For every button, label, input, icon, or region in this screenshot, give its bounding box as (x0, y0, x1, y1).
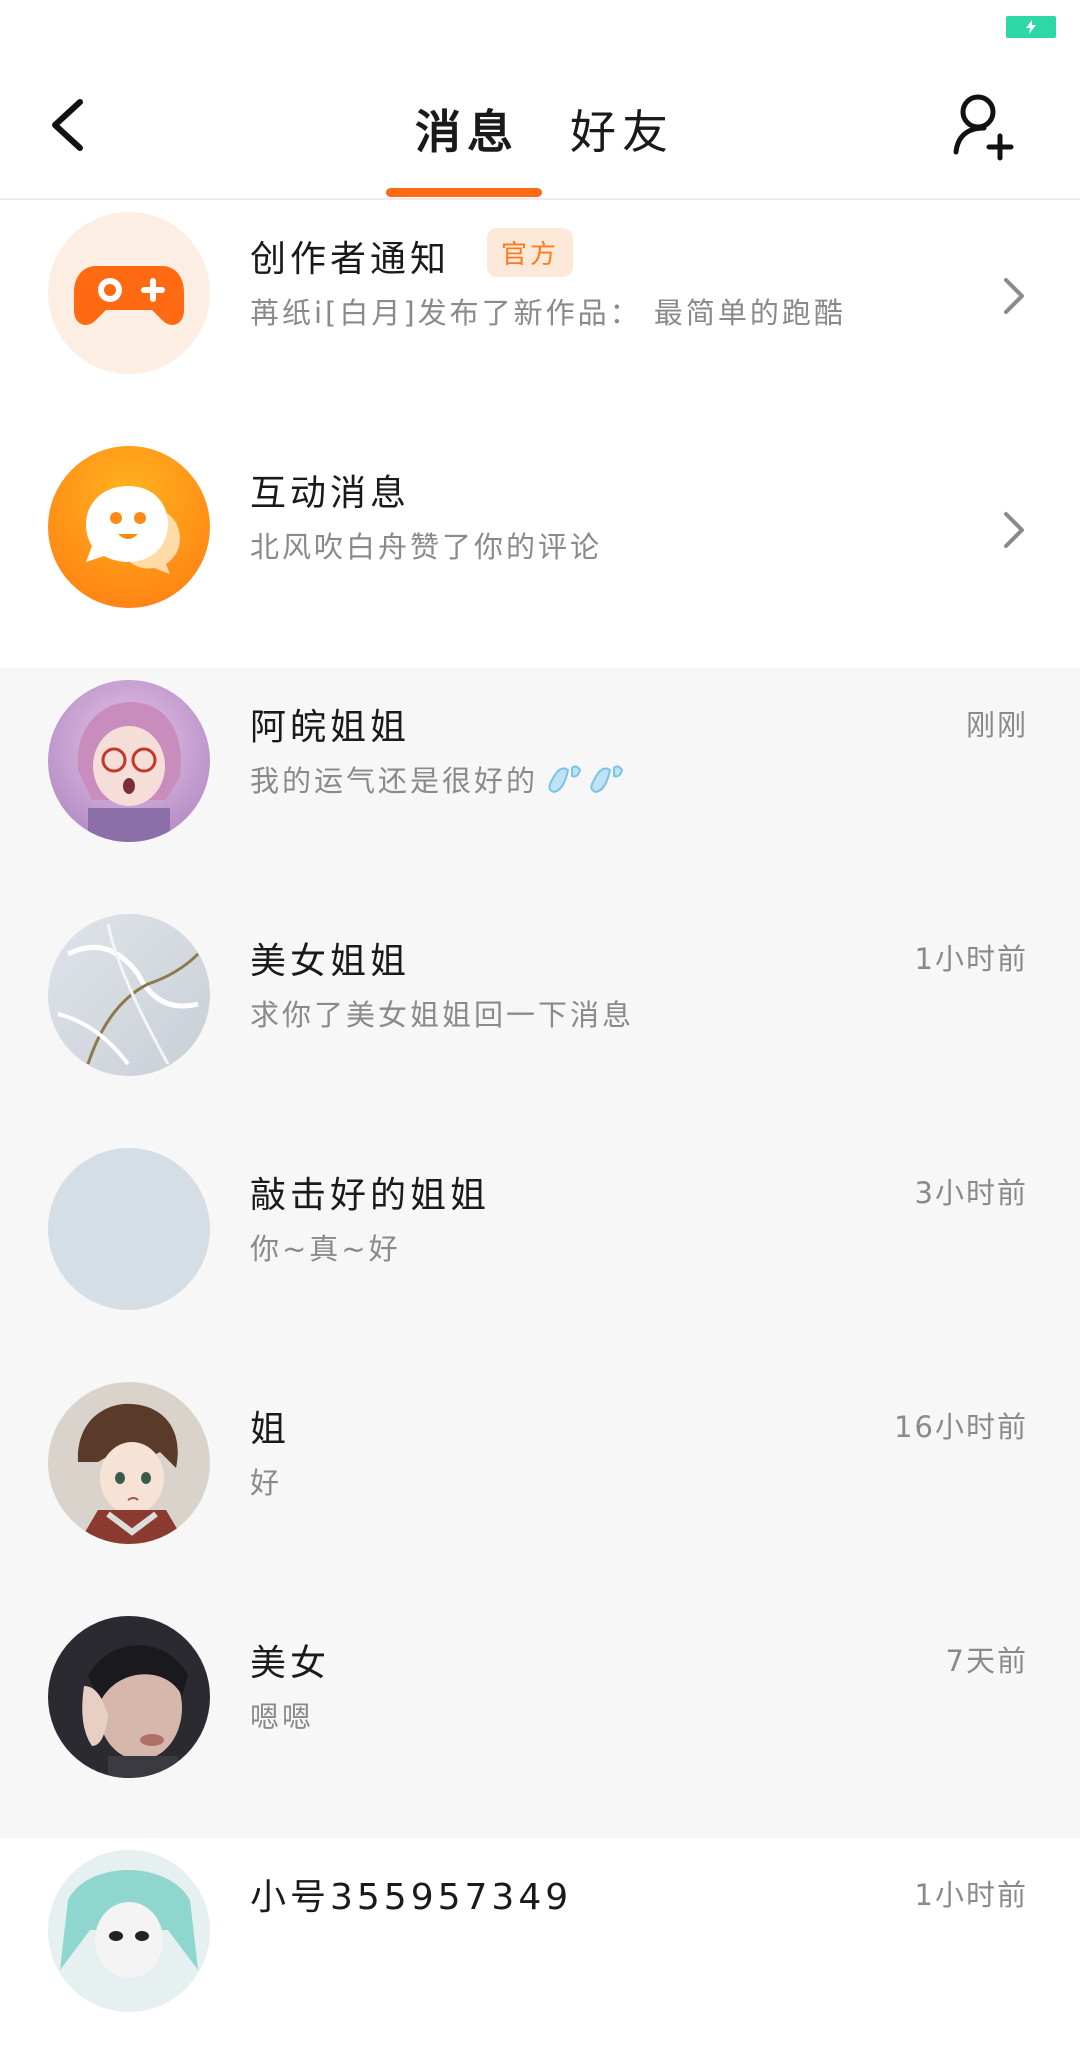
avatar (48, 446, 210, 608)
avatar (48, 212, 210, 374)
tab-messages[interactable]: 消息 (415, 96, 519, 162)
conversation-item[interactable]: 姐 好 16小时前 (0, 1370, 1080, 1604)
conversation-item[interactable]: 美女姐姐 求你了美女姐姐回一下消息 1小时前 (0, 902, 1080, 1136)
avatar (48, 1148, 210, 1310)
avatar (48, 680, 210, 842)
list-item-interaction[interactable]: 互动消息 北风吹白舟赞了你的评论 (0, 434, 1080, 668)
anime-boy-avatar-icon (77, 1403, 186, 1544)
contact-name: 姐 (250, 1409, 291, 1450)
message-list: 创作者通知 官方 苒纸i[白月]发布了新作品： 最简单的跑酷 互动消息 北风吹白… (0, 200, 1080, 2072)
photo-avatar-icon (82, 1645, 188, 1778)
message-time: 刚刚 (965, 708, 1028, 742)
sweat-droplets-icon (542, 760, 632, 807)
tab-friends[interactable]: 好友 (570, 96, 674, 162)
row-title: 互动消息 (250, 473, 411, 514)
anime-avatar-icon (60, 1870, 198, 1978)
add-user-icon (953, 94, 1014, 161)
status-bar (0, 0, 1080, 60)
active-tab-indicator (386, 188, 542, 197)
top-nav: 消息 好友 (0, 60, 1080, 200)
gamepad-icon (74, 266, 184, 325)
back-button[interactable] (40, 92, 100, 158)
last-message: 求你了美女姐姐回一下消息 (250, 998, 635, 1032)
battery-charging-icon (1006, 16, 1056, 38)
contact-name: 美女姐姐 (250, 941, 411, 982)
conversation-item[interactable]: 美女 嗯嗯 7天前 (0, 1604, 1080, 1838)
conversation-item[interactable]: 小号355957349 1小时前 (0, 1838, 1080, 2072)
message-time: 16小时前 (894, 1410, 1028, 1444)
last-message: 嗯嗯 (250, 1700, 315, 1734)
last-message: 好 (250, 1466, 283, 1500)
contact-name: 小号355957349 (250, 1877, 573, 1918)
last-message: 你~真~好 (250, 1232, 401, 1266)
chevron-right-icon (1004, 512, 1024, 548)
message-time: 3小时前 (914, 1176, 1028, 1210)
contact-name: 阿皖姐姐 (250, 707, 411, 748)
avatar (48, 1382, 210, 1544)
row-title: 创作者通知 (250, 239, 451, 280)
avatar (48, 914, 210, 1076)
message-time: 7天前 (945, 1644, 1028, 1678)
avatar (48, 1616, 210, 1778)
message-time: 1小时前 (914, 942, 1028, 976)
message-time: 1小时前 (914, 1878, 1028, 1912)
avatar (48, 1850, 210, 2012)
add-friend-button[interactable] (950, 90, 1020, 162)
list-item-creator-notice[interactable]: 创作者通知 官方 苒纸i[白月]发布了新作品： 最简单的跑酷 (0, 200, 1080, 434)
contact-name: 敲击好的姐姐 (250, 1175, 491, 1216)
chevron-right-icon (1004, 278, 1024, 314)
row-subtitle: 苒纸i[白月]发布了新作品： 最简单的跑酷 (250, 296, 846, 330)
row-subtitle: 北风吹白舟赞了你的评论 (250, 530, 603, 564)
conversation-item[interactable]: 敲击好的姐姐 你~真~好 3小时前 (0, 1136, 1080, 1370)
sketch-avatar-icon (57, 923, 200, 1066)
anime-girl-avatar-icon (77, 702, 181, 842)
contact-name: 美女 (250, 1643, 331, 1684)
last-message: 我的运气还是很好的 (250, 758, 632, 807)
conversation-item[interactable]: 阿皖姐姐 我的运气还是很好的 刚刚 (0, 668, 1080, 902)
chat-bubble-smile-icon (86, 486, 180, 574)
chevron-left-icon (52, 99, 83, 151)
official-badge: 官方 (487, 228, 574, 277)
